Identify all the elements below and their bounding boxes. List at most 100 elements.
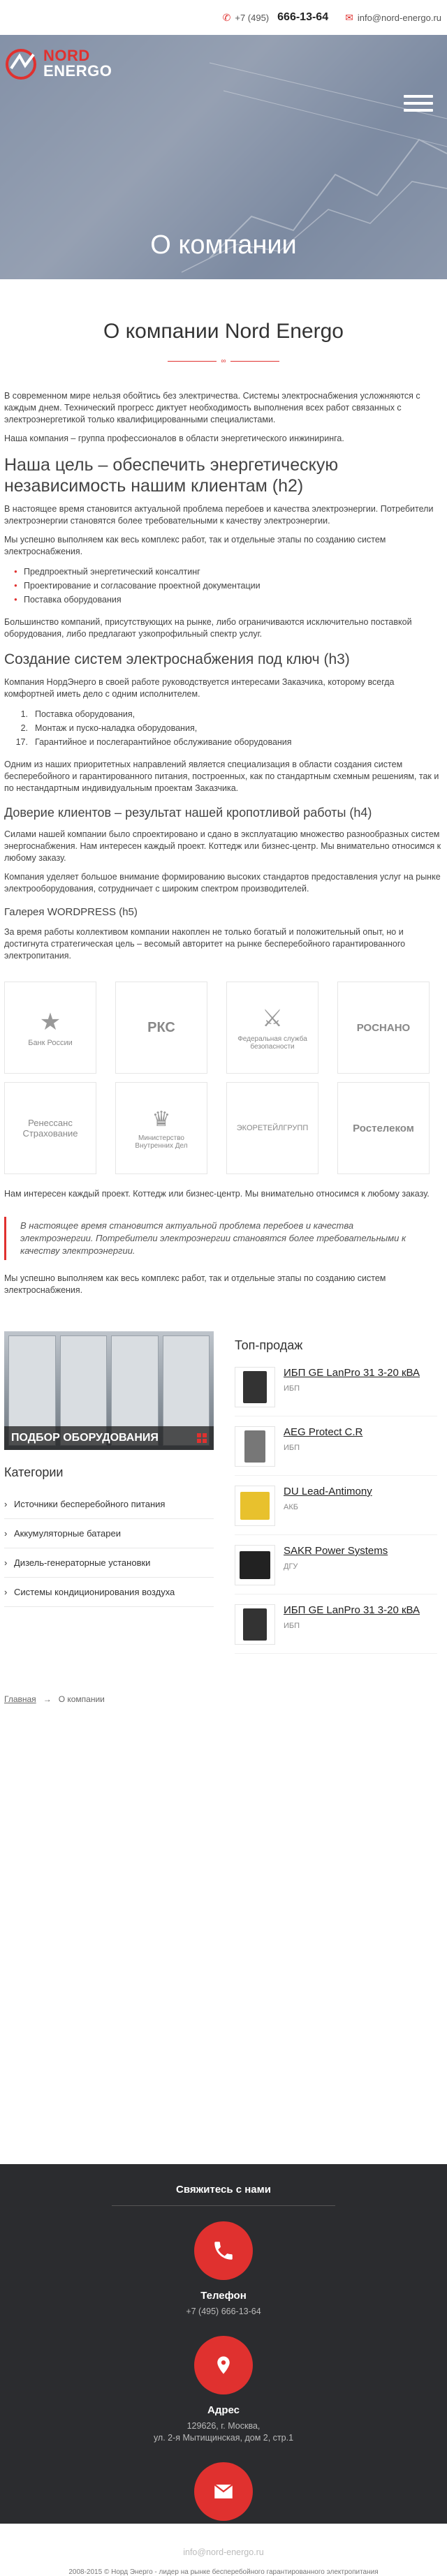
contact-email: Email info@nord-energo.ru — [0, 2462, 447, 2559]
partner-logo: ЭКОРЕТЕЙЛГРУПП — [226, 1082, 318, 1174]
phone-label: Телефон — [200, 2290, 247, 2302]
copyright: 2008-2015 © Норд Энерго - лидер на рынке… — [68, 2568, 379, 2576]
page-title: О компании Nord Energo — [103, 320, 344, 343]
product-name[interactable]: DU Lead-Antimony — [284, 1486, 372, 1497]
product-thumbnail[interactable] — [235, 1545, 275, 1585]
product-thumbnail[interactable] — [235, 1604, 275, 1645]
product-item[interactable]: ИБП GE LanPro 31 3-20 кВА ИБП — [235, 1363, 437, 1416]
category-item[interactable]: Источники бесперебойного питания — [4, 1490, 214, 1519]
list-item: 2. Монтаж и пуско-наладка оборудования, — [20, 723, 198, 733]
breadcrumb-separator: → — [43, 1694, 52, 1704]
email-contact[interactable]: ✉ info@nord-energo.ru — [345, 12, 441, 24]
breadcrumb-current: О компании — [58, 1694, 105, 1704]
partner-logo: Ренессанс Страхование — [4, 1082, 96, 1174]
phone-value[interactable]: +7 (495) 666-13-64 — [0, 2306, 447, 2318]
partner-logos-grid: ★ Банк России РКС ⚔ Федеральная служба б… — [4, 982, 443, 1174]
product-item[interactable]: DU Lead-Antimony АКБ — [235, 1481, 437, 1535]
product-category: ДГУ — [284, 1562, 298, 1571]
nord-energo-logo-icon — [6, 49, 36, 80]
brand-line2: ENERGO — [43, 62, 112, 80]
fsb-emblem-icon: ⚔ — [261, 1005, 284, 1032]
partner-logo: РОСНАНО — [337, 982, 430, 1074]
divider-ornament-icon: ∞ — [221, 357, 226, 365]
partner-logo: ♛ Министерство Внутренних Дел — [115, 1082, 207, 1174]
phone-circle-icon[interactable] — [194, 2221, 253, 2280]
phone-icon: ✆ — [222, 11, 231, 23]
quote-block: “ В настоящее время становится актуально… — [4, 1217, 443, 1260]
category-item[interactable]: Дизель-генераторные установки — [4, 1548, 214, 1578]
product-item[interactable]: ИБП GE LanPro 31 3-20 кВА ИБП — [235, 1600, 437, 1654]
paragraph: Нам интересен каждый проект. Коттедж или… — [4, 1189, 430, 1199]
services-list: Предпроектный энергетический консалтинг … — [14, 565, 443, 607]
email-value[interactable]: info@nord-energo.ru — [0, 2547, 447, 2559]
paragraph: Мы успешно выполняем как весь комплекс р… — [4, 1273, 386, 1295]
breadcrumb-home-link[interactable]: Главная — [4, 1694, 36, 1704]
product-name[interactable]: AEG Protect C.R — [284, 1426, 362, 1438]
paragraph: В настоящее время становится актуальной … — [4, 504, 434, 526]
contact-phone: Телефон +7 (495) 666-13-64 — [0, 2221, 447, 2318]
footer-title: Свяжитесь с нами — [176, 2184, 271, 2196]
product-name[interactable]: ИБП GE LanPro 31 3-20 кВА — [284, 1604, 420, 1616]
list-item: Предпроектный энергетический консалтинг — [14, 565, 443, 579]
product-thumbnail[interactable] — [235, 1426, 275, 1467]
hero-banner: NORD ENERGO О компании — [0, 35, 447, 279]
email-label: Email — [209, 2531, 238, 2542]
rostelecom-logo-icon: Ростелеком — [353, 1122, 414, 1134]
partner-logo: ⚔ Федеральная служба безопасности — [226, 982, 318, 1074]
footer: Свяжитесь с нами Телефон +7 (495) 666-13… — [0, 2164, 447, 2576]
renaissance-logo-icon: Ренессанс Страхование — [22, 1118, 78, 1139]
sidebar-columns: ПОДБОР ОБОРУДОВАНИЯ Категории Источники … — [4, 1331, 443, 1659]
numbered-list: 1. Поставка оборудования, 2. Монтаж и пуск… — [14, 707, 443, 749]
heading-h2: Наша цель – обеспечить энергетическую не… — [4, 455, 339, 496]
grid-icon — [197, 1433, 207, 1443]
paragraph: Мы успешно выполняем как весь комплекс р… — [4, 535, 386, 556]
phone-number: 666-13-64 — [277, 11, 329, 23]
article-content: В современном мире нельзя обойтись без э… — [4, 390, 443, 962]
paragraph: В современном мире нельзя обойтись без э… — [4, 391, 420, 424]
paragraph: Силами нашей компании было спроектирован… — [4, 829, 441, 863]
rks-logo-icon: РКС — [147, 1019, 175, 1035]
product-thumbnail[interactable] — [235, 1367, 275, 1407]
location-pin-circle-icon — [194, 2336, 253, 2394]
paragraph: За время работы коллективом компании нак… — [4, 927, 406, 961]
bank-russia-emblem-icon: ★ — [39, 1009, 61, 1035]
categories-title: Категории — [4, 1465, 64, 1479]
categories-list: Источники бесперебойного питания Аккумул… — [4, 1490, 214, 1607]
address-line2: ул. 2-я Мытищинская, дом 2, стр.1 — [153, 2433, 294, 2443]
list-item: 17. Гарантийное и послегарантийное обслуж… — [15, 737, 292, 747]
product-item[interactable]: AEG Protect C.R ИБП — [235, 1422, 437, 1476]
product-thumbnail[interactable] — [235, 1486, 275, 1526]
mail-icon: ✉ — [345, 11, 353, 23]
heading-h4: Доверие клиентов – результат нашей кропо… — [4, 806, 372, 820]
heading-h5: Галерея WORDPRESS (h5) — [4, 906, 138, 918]
mail-circle-icon[interactable] — [194, 2462, 253, 2521]
list-item: Поставка оборудования — [14, 593, 443, 607]
product-name[interactable]: ИБП GE LanPro 31 3-20 кВА — [284, 1367, 420, 1379]
address-label: Адрес — [207, 2404, 240, 2416]
title-divider: ∞ — [4, 357, 443, 365]
heading-h3: Создание систем электроснабжения под клю… — [4, 651, 350, 667]
quote-text: В настоящее время становится актуальной … — [20, 1220, 406, 1256]
phone-prefix: +7 (495) — [235, 12, 270, 23]
brand-line1: NORD — [43, 47, 90, 64]
email-link[interactable]: info@nord-energo.ru — [358, 13, 441, 23]
product-category: ИБП — [284, 1622, 300, 1630]
category-item[interactable]: Аккумуляторные батареи — [4, 1519, 214, 1548]
address-line1: 129626, г. Москва, — [186, 2421, 261, 2431]
top-bar: ✆ +7 (495) 666-13-64 ✉ info@nord-energo.… — [0, 0, 447, 35]
partner-logo: РКС — [115, 982, 207, 1074]
paragraph: Компания НордЭнерго в своей работе руков… — [4, 677, 395, 699]
paragraph: Большинство компаний, присутствующих на … — [4, 617, 412, 639]
paragraph: Одним из наших приоритетных направлений … — [4, 760, 439, 793]
menu-burger-icon[interactable] — [404, 91, 433, 116]
product-category: АКБ — [284, 1503, 298, 1511]
contact-address: Адрес 129626, г. Москва, ул. 2-я Мытищин… — [0, 2336, 447, 2444]
brand-logo[interactable]: NORD ENERGO — [4, 47, 112, 80]
phone-contact[interactable]: ✆ +7 (495) 666-13-64 — [223, 11, 328, 24]
ecoretail-logo-icon: ЭКОРЕТЕЙЛГРУПП — [236, 1124, 309, 1132]
equipment-selection-banner[interactable]: ПОДБОР ОБОРУДОВАНИЯ — [4, 1331, 214, 1450]
product-name[interactable]: SAKR Power Systems — [284, 1545, 388, 1557]
hero-title: О компании — [150, 230, 297, 260]
category-item[interactable]: Системы кондиционирования воздуха — [4, 1578, 214, 1607]
product-item[interactable]: SAKR Power Systems ДГУ — [235, 1541, 437, 1594]
